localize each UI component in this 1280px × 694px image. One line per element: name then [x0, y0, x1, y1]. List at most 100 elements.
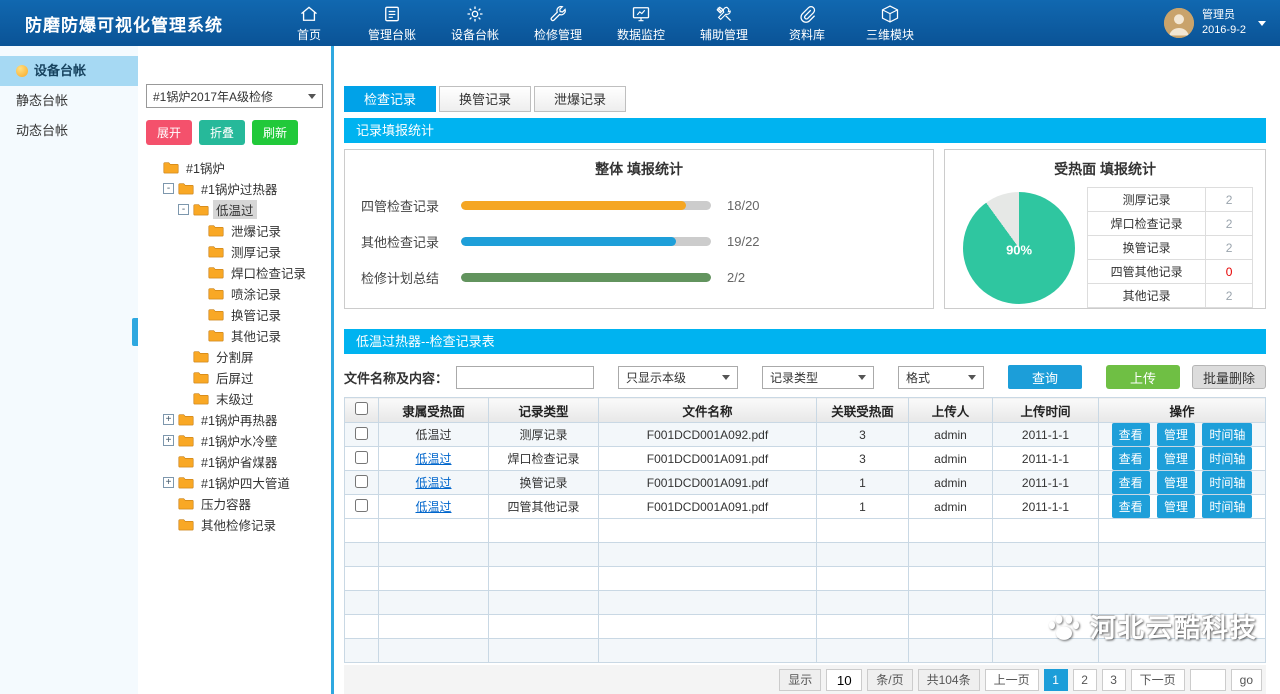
folder-icon: [178, 455, 194, 468]
tree-node[interactable]: 泄爆记录: [144, 220, 325, 241]
expander-icon[interactable]: -: [178, 204, 189, 215]
view-button[interactable]: 查看: [1112, 447, 1150, 470]
search-button[interactable]: 查询: [1008, 365, 1082, 389]
record-type-cell: 四管其他记录: [489, 495, 599, 519]
record-type-select[interactable]: 记录类型: [762, 366, 874, 389]
file-search-label: 文件名称及内容：: [344, 368, 448, 387]
file-name-cell: F001DCD001A091.pdf: [599, 471, 817, 495]
nav-item[interactable]: 辅助管理: [696, 4, 752, 43]
manage-button[interactable]: 管理: [1157, 423, 1195, 446]
timeline-button[interactable]: 时间轴: [1202, 423, 1252, 446]
select-all-checkbox[interactable]: [355, 402, 368, 415]
uploader-cell: admin: [909, 447, 993, 471]
sidebar: 设备台帐 静态台帐 动态台帐: [0, 46, 138, 694]
tree-node[interactable]: + #1锅炉四大管道: [144, 472, 325, 493]
nav-item-label: 检修管理: [534, 26, 582, 43]
surface-link[interactable]: 低温过: [415, 452, 451, 466]
overhaul-task-select[interactable]: #1锅炉2017年A级检修: [146, 84, 323, 108]
row-checkbox[interactable]: [355, 451, 368, 464]
app-title: 防磨防爆可视化管理系统: [25, 11, 223, 36]
surface-link[interactable]: 低温过: [415, 476, 451, 490]
nav-item[interactable]: 检修管理: [530, 4, 586, 43]
tree-node[interactable]: #1锅炉: [144, 157, 325, 178]
surface-link[interactable]: 低温过: [415, 500, 451, 514]
row-checkbox[interactable]: [355, 475, 368, 488]
nav-item[interactable]: 首页: [281, 4, 337, 43]
tree-node[interactable]: 焊口检查记录: [144, 262, 325, 283]
goto-page-input[interactable]: [1190, 669, 1226, 691]
scope-select[interactable]: 只显示本级: [618, 366, 738, 389]
expander-icon[interactable]: +: [163, 414, 174, 425]
manage-button[interactable]: 管理: [1157, 471, 1195, 494]
avatar: [1164, 8, 1194, 38]
file-search-input[interactable]: [456, 366, 594, 389]
tab[interactable]: 检查记录: [344, 86, 436, 112]
batch-delete-button[interactable]: 批量删除: [1192, 365, 1266, 389]
row-checkbox[interactable]: [355, 499, 368, 512]
page-size-input[interactable]: [826, 669, 862, 691]
panel-collapse-handle[interactable]: [132, 318, 138, 346]
prev-page-button[interactable]: 上一页: [985, 669, 1039, 691]
folder-icon: [208, 266, 224, 279]
surface-link[interactable]: 低温过: [415, 428, 451, 442]
go-button[interactable]: go: [1231, 669, 1262, 691]
records-empty-rows: [345, 519, 1266, 663]
tree-node-label: 末级过: [213, 389, 257, 408]
tree-node[interactable]: - #1锅炉过热器: [144, 178, 325, 199]
pagination: 显示 条/页 共104条 上一页 123 下一页 go: [344, 665, 1266, 694]
tree-node[interactable]: #1锅炉省煤器: [144, 451, 325, 472]
tree-node-label: 其他记录: [228, 326, 284, 345]
page-number-button[interactable]: 3: [1102, 669, 1126, 691]
nav-icon: [299, 4, 319, 24]
page-number-button[interactable]: 2: [1073, 669, 1097, 691]
expander-icon[interactable]: +: [163, 477, 174, 488]
tab[interactable]: 泄爆记录: [534, 86, 626, 112]
device-tree: #1锅炉 - #1锅炉过热器 - 低温过: [144, 157, 325, 535]
manage-button[interactable]: 管理: [1157, 495, 1195, 518]
expander-icon[interactable]: +: [163, 435, 174, 446]
upload-button[interactable]: 上传: [1106, 365, 1180, 389]
user-menu[interactable]: 管理员 2016-9-2: [1164, 8, 1266, 38]
nav-item[interactable]: 三维模块: [862, 4, 918, 43]
tree-node[interactable]: 分割屏: [144, 346, 325, 367]
format-select[interactable]: 格式: [898, 366, 984, 389]
tree-action-button[interactable]: 刷新: [252, 120, 298, 145]
row-checkbox-cell: [345, 471, 379, 495]
tree-node[interactable]: 换管记录: [144, 304, 325, 325]
tree-action-button[interactable]: 折叠: [199, 120, 245, 145]
empty-row: [345, 615, 1266, 639]
record-type-cell: 换管记录: [489, 471, 599, 495]
next-page-button[interactable]: 下一页: [1131, 669, 1185, 691]
sidebar-item[interactable]: 动态台帐: [0, 116, 138, 146]
nav-item[interactable]: 管理台账: [364, 4, 420, 43]
sidebar-item[interactable]: 静态台帐: [0, 86, 138, 116]
view-button[interactable]: 查看: [1112, 423, 1150, 446]
tab[interactable]: 换管记录: [439, 86, 531, 112]
tree-node[interactable]: + #1锅炉水冷壁: [144, 430, 325, 451]
timeline-button[interactable]: 时间轴: [1202, 447, 1252, 470]
page-number-button[interactable]: 1: [1044, 669, 1068, 691]
tree-action-button[interactable]: 展开: [146, 120, 192, 145]
tree-node[interactable]: 后屏过: [144, 367, 325, 388]
timeline-button[interactable]: 时间轴: [1202, 495, 1252, 518]
tree-node[interactable]: + #1锅炉再热器: [144, 409, 325, 430]
expander-icon[interactable]: -: [163, 183, 174, 194]
tree-node[interactable]: 其他检修记录: [144, 514, 325, 535]
sidebar-item-label: 动态台帐: [16, 116, 68, 146]
tree-node[interactable]: 喷涂记录: [144, 283, 325, 304]
timeline-button[interactable]: 时间轴: [1202, 471, 1252, 494]
tree-node[interactable]: 压力容器: [144, 493, 325, 514]
nav-item[interactable]: 数据监控: [613, 4, 669, 43]
view-button[interactable]: 查看: [1112, 495, 1150, 518]
tree-node[interactable]: 其他记录: [144, 325, 325, 346]
tree-node[interactable]: - 低温过: [144, 199, 325, 220]
tree-node[interactable]: 测厚记录: [144, 241, 325, 262]
view-button[interactable]: 查看: [1112, 471, 1150, 494]
folder-icon: [178, 518, 194, 531]
sidebar-item[interactable]: 设备台帐: [0, 56, 138, 86]
tree-node[interactable]: 末级过: [144, 388, 325, 409]
row-checkbox[interactable]: [355, 427, 368, 440]
manage-button[interactable]: 管理: [1157, 447, 1195, 470]
nav-item[interactable]: 资料库: [779, 4, 835, 43]
nav-item[interactable]: 设备台帐: [447, 4, 503, 43]
